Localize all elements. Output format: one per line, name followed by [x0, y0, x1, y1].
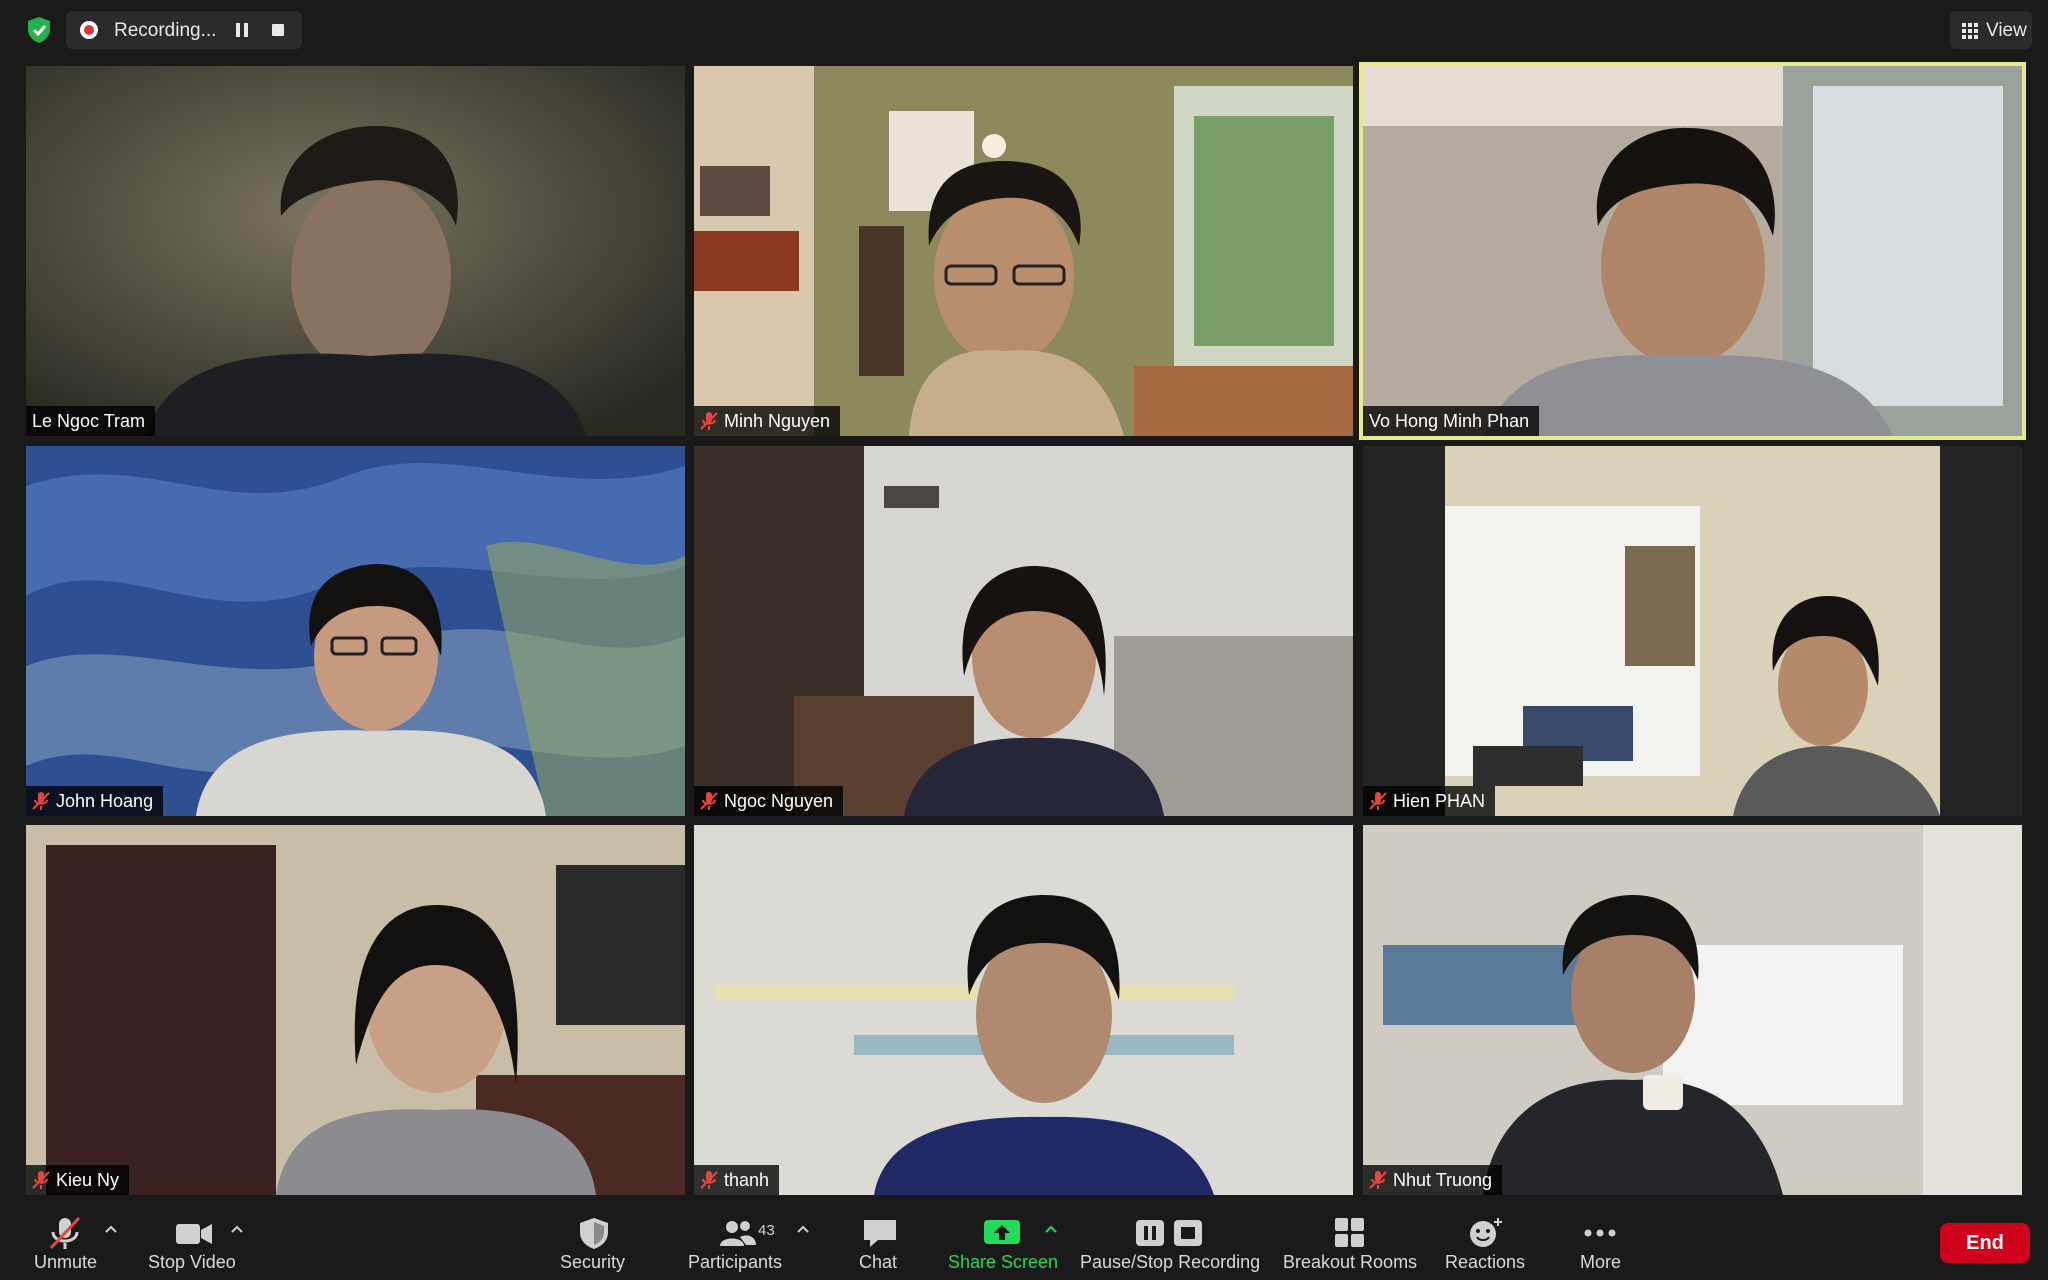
meeting-toolbar: Unmute Stop Video Security 43 Participan… [0, 1206, 2048, 1280]
audio-options-caret-icon[interactable] [104, 1224, 118, 1234]
participants-label: Participants [688, 1252, 783, 1272]
participant-video [1363, 825, 2022, 1195]
muted-mic-icon [1369, 1171, 1387, 1189]
participant-nameplate: Kieu Ny [26, 1165, 130, 1195]
participant-name: Minh Nguyen [724, 410, 831, 431]
security-label: Security [560, 1252, 626, 1272]
participant-nameplate: John Hoang [26, 786, 164, 816]
video-camera-icon [176, 1224, 212, 1244]
participant-video [694, 825, 1353, 1195]
video-options-caret-icon[interactable] [230, 1224, 244, 1234]
participant-name: Ngoc Nguyen [724, 790, 834, 811]
participant-name: Hien PHAN [1393, 790, 1486, 811]
end-meeting-button[interactable]: End [1940, 1223, 2030, 1263]
participants-button[interactable]: 43 Participants [684, 1206, 794, 1280]
participant-video [26, 825, 685, 1195]
participant-nameplate: Nhut Truong [1363, 1165, 1503, 1195]
participant-name: Le Ngoc Tram [32, 410, 146, 431]
chat-button[interactable]: Chat [850, 1206, 910, 1280]
participant-nameplate: Le Ngoc Tram [26, 406, 156, 436]
pause-stop-recording-label: Pause/Stop Recording [1080, 1252, 1261, 1272]
share-screen-button[interactable]: Share Screen [944, 1206, 1062, 1280]
participant-nameplate: Minh Nguyen [694, 406, 841, 436]
encryption-shield-icon[interactable] [24, 15, 54, 45]
muted-mic-icon [1369, 792, 1387, 810]
muted-mic-icon [700, 412, 718, 430]
participants-count: 43 [758, 1222, 775, 1239]
participant-name: Nhut Truong [1393, 1169, 1493, 1190]
participants-options-caret-icon[interactable] [796, 1224, 810, 1234]
breakout-rooms-icon [1335, 1218, 1364, 1247]
pause-stop-recording-button[interactable]: Pause/Stop Recording [1078, 1206, 1262, 1280]
stop-video-button[interactable]: Stop Video [140, 1206, 260, 1280]
video-tile[interactable]: Minh Nguyen [694, 66, 1353, 436]
reactions-label: Reactions [1445, 1252, 1526, 1272]
video-tile[interactable]: thanh [694, 825, 1353, 1195]
recording-label: Recording... [114, 20, 217, 41]
security-button[interactable]: Security [548, 1206, 640, 1280]
unmute-button[interactable]: Unmute [20, 1206, 110, 1280]
reactions-smiley-icon [1470, 1218, 1502, 1247]
breakout-rooms-button[interactable]: Breakout Rooms [1280, 1206, 1418, 1280]
muted-mic-icon [700, 792, 718, 810]
pause-stop-icon [1136, 1220, 1202, 1246]
participant-nameplate: Vo Hong Minh Phan [1363, 406, 1540, 436]
share-screen-icon [984, 1220, 1020, 1244]
muted-mic-icon [32, 1171, 50, 1189]
view-button[interactable]: View [1950, 11, 2032, 49]
video-tile-active-speaker[interactable]: Vo Hong Minh Phan [1359, 62, 2026, 440]
chat-label: Chat [859, 1252, 898, 1272]
participant-name: thanh [724, 1169, 770, 1190]
video-tile[interactable]: Ngoc Nguyen [694, 446, 1353, 816]
participant-nameplate: Ngoc Nguyen [694, 786, 844, 816]
participant-video [694, 66, 1353, 436]
video-tile[interactable]: Le Ngoc Tram [26, 66, 685, 436]
participant-name: Vo Hong Minh Phan [1369, 410, 1530, 431]
view-label: View [1986, 20, 2027, 41]
participant-video [694, 446, 1353, 816]
video-tile[interactable]: Kieu Ny [26, 825, 685, 1195]
participants-icon [720, 1221, 756, 1246]
participant-name: John Hoang [56, 790, 154, 811]
recording-dot-icon [80, 21, 98, 39]
reactions-button[interactable]: Reactions [1440, 1206, 1530, 1280]
stop-video-label: Stop Video [148, 1252, 236, 1272]
participant-video [1363, 66, 2022, 436]
more-ellipsis-icon [1584, 1229, 1616, 1237]
security-shield-icon [580, 1218, 608, 1249]
stop-recording-icon[interactable] [270, 22, 286, 38]
grid-view-icon [1962, 23, 1978, 39]
top-bar: Recording... View [0, 0, 2048, 60]
more-label: More [1580, 1252, 1622, 1272]
video-tile[interactable]: John Hoang [26, 446, 685, 816]
muted-mic-icon [700, 1171, 718, 1189]
share-screen-label: Share Screen [948, 1252, 1059, 1272]
participant-name: Kieu Ny [56, 1169, 120, 1190]
participant-nameplate: thanh [694, 1165, 780, 1195]
share-options-caret-icon[interactable] [1044, 1224, 1058, 1234]
participant-video [1363, 446, 2022, 816]
muted-mic-icon [32, 792, 50, 810]
muted-microphone-icon [49, 1216, 81, 1250]
participant-video [26, 446, 685, 816]
video-tile[interactable]: Hien PHAN [1363, 446, 2022, 816]
chat-bubble-icon [864, 1220, 896, 1247]
unmute-label: Unmute [34, 1252, 98, 1272]
breakout-rooms-label: Breakout Rooms [1283, 1252, 1418, 1272]
recording-indicator: Recording... [66, 11, 302, 49]
more-button[interactable]: More [1570, 1206, 1630, 1280]
video-tile[interactable]: Nhut Truong [1363, 825, 2022, 1195]
participant-nameplate: Hien PHAN [1363, 786, 1496, 816]
participant-video [26, 66, 685, 436]
pause-recording-icon[interactable] [234, 22, 250, 38]
